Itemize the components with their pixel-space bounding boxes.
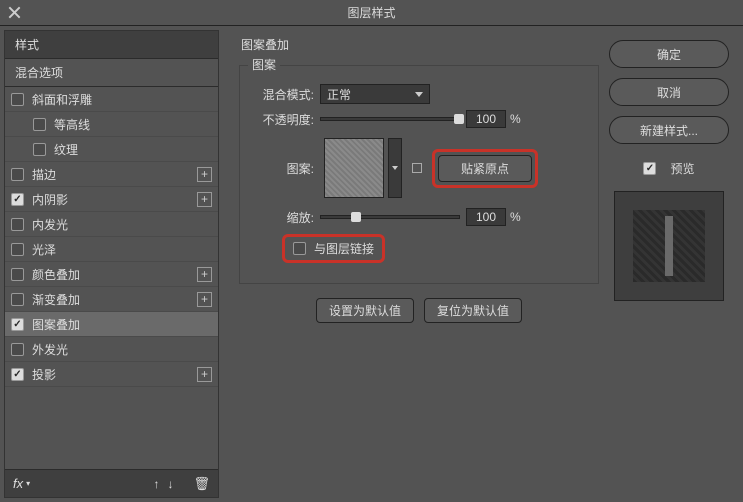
styles-header: 样式 — [5, 31, 218, 59]
snap-origin-button[interactable]: 贴紧原点 — [438, 155, 532, 182]
preview-box — [614, 191, 724, 301]
opacity-slider[interactable] — [320, 117, 460, 121]
pattern-swatch[interactable] — [324, 138, 384, 198]
scale-input[interactable]: 100 — [466, 208, 506, 226]
style-label: 内阴影 — [32, 191, 68, 208]
style-label: 斜面和浮雕 — [32, 91, 92, 108]
cancel-button[interactable]: 取消 — [609, 78, 729, 106]
style-checkbox[interactable] — [11, 243, 24, 256]
style-item-6[interactable]: 光泽 — [5, 237, 218, 262]
pattern-label: 图案: — [252, 160, 314, 177]
window-title: 图层样式 — [347, 4, 395, 21]
style-checkbox[interactable] — [11, 318, 24, 331]
blend-options[interactable]: 混合选项 — [5, 59, 218, 87]
style-label: 颜色叠加 — [32, 266, 80, 283]
pattern-group: 图案 混合模式: 正常 不透明度: 100 % 图案: — [239, 65, 599, 284]
blend-mode-label: 混合模式: — [252, 86, 314, 103]
preview-swatch — [633, 210, 705, 282]
blend-mode-select[interactable]: 正常 — [320, 84, 430, 104]
opacity-label: 不透明度: — [252, 111, 314, 128]
pattern-dropdown[interactable] — [388, 138, 402, 198]
arrow-down-icon[interactable]: ↓ — [167, 477, 173, 491]
highlight-link: 与图层链接 — [282, 234, 385, 263]
style-checkbox[interactable] — [11, 268, 24, 281]
group-title: 图案 — [248, 56, 280, 73]
opacity-input[interactable]: 100 — [466, 110, 506, 128]
preview-checkbox[interactable] — [643, 162, 656, 175]
add-instance-icon[interactable]: + — [197, 192, 212, 207]
style-checkbox[interactable] — [11, 218, 24, 231]
add-instance-icon[interactable]: + — [197, 292, 212, 307]
scale-pct: % — [510, 210, 521, 224]
ok-button[interactable]: 确定 — [609, 40, 729, 68]
style-item-9[interactable]: 图案叠加 — [5, 312, 218, 337]
style-item-11[interactable]: 投影 + — [5, 362, 218, 387]
style-label: 纹理 — [54, 141, 78, 158]
style-item-1[interactable]: 等高线 — [5, 112, 218, 137]
style-item-4[interactable]: 内阴影 + — [5, 187, 218, 212]
style-label: 描边 — [32, 166, 56, 183]
link-with-layer-label: 与图层链接 — [314, 240, 374, 257]
new-style-button[interactable]: 新建样式... — [609, 116, 729, 144]
reset-default-button[interactable]: 复位为默认值 — [424, 298, 522, 323]
style-checkbox[interactable] — [11, 168, 24, 181]
style-label: 外发光 — [32, 341, 68, 358]
style-item-3[interactable]: 描边 + — [5, 162, 218, 187]
style-label: 图案叠加 — [32, 316, 80, 333]
add-instance-icon[interactable]: + — [197, 267, 212, 282]
add-instance-icon[interactable]: + — [197, 367, 212, 382]
style-label: 渐变叠加 — [32, 291, 80, 308]
scale-slider[interactable] — [320, 215, 460, 219]
style-checkbox[interactable] — [11, 368, 24, 381]
create-pattern-icon[interactable] — [412, 163, 422, 173]
style-item-2[interactable]: 纹理 — [5, 137, 218, 162]
style-checkbox[interactable] — [11, 343, 24, 356]
opacity-pct: % — [510, 112, 521, 126]
style-item-8[interactable]: 渐变叠加 + — [5, 287, 218, 312]
style-checkbox[interactable] — [33, 143, 46, 156]
style-label: 内发光 — [32, 216, 68, 233]
highlight-snap: 贴紧原点 — [432, 149, 538, 188]
style-label: 等高线 — [54, 116, 90, 133]
style-item-5[interactable]: 内发光 — [5, 212, 218, 237]
styles-panel: 样式 混合选项 斜面和浮雕等高线纹理描边 + 内阴影 + 内发光光泽颜色叠加 + 渐变叠加 +… — [4, 30, 219, 498]
arrow-up-icon[interactable]: ↑ — [153, 477, 159, 491]
style-checkbox[interactable] — [11, 193, 24, 206]
add-instance-icon[interactable]: + — [197, 167, 212, 182]
style-item-0[interactable]: 斜面和浮雕 — [5, 87, 218, 112]
scale-label: 缩放: — [252, 209, 314, 226]
preview-label: 预览 — [670, 160, 694, 177]
style-label: 光泽 — [32, 241, 56, 258]
style-item-7[interactable]: 颜色叠加 + — [5, 262, 218, 287]
style-label: 投影 — [32, 366, 56, 383]
close-icon[interactable] — [8, 6, 21, 19]
style-checkbox[interactable] — [11, 93, 24, 106]
section-title: 图案叠加 — [239, 36, 599, 55]
link-with-layer-checkbox[interactable] — [293, 242, 306, 255]
trash-icon[interactable]: 🗑 — [193, 476, 210, 492]
style-item-10[interactable]: 外发光 — [5, 337, 218, 362]
fx-menu-icon[interactable]: ▾ — [26, 479, 30, 488]
style-checkbox[interactable] — [33, 118, 46, 131]
set-default-button[interactable]: 设置为默认值 — [316, 298, 414, 323]
style-checkbox[interactable] — [11, 293, 24, 306]
fx-icon[interactable]: fx — [13, 476, 23, 491]
